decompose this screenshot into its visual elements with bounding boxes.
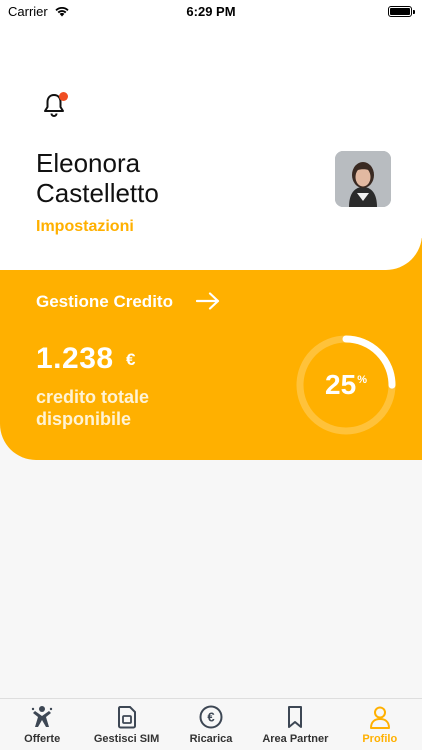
tab-label: Area Partner (262, 733, 329, 745)
arrow-right-icon[interactable] (196, 292, 220, 310)
tab-profilo[interactable]: Profilo (338, 704, 422, 745)
settings-link[interactable]: Impostazioni (36, 218, 134, 236)
notifications-button[interactable] (42, 92, 68, 118)
wifi-icon (55, 6, 69, 17)
svg-text:€: € (207, 710, 214, 725)
bookmark-icon (288, 706, 303, 728)
avatar-image (335, 151, 391, 207)
tab-label: Offerte (24, 733, 61, 745)
percentage-value: 25 (325, 369, 357, 400)
status-left: Carrier (8, 4, 70, 19)
battery-icon (388, 5, 415, 17)
tab-label: Ricarica (189, 733, 233, 745)
carrier-label: Carrier (8, 3, 48, 19)
notification-badge (59, 92, 68, 101)
sim-icon (117, 706, 136, 729)
credit-amount: 1.238 (36, 342, 114, 375)
tab-offerte[interactable]: Offerte (0, 704, 84, 745)
tab-label: Gestisci SIM (93, 733, 160, 745)
tab-ricarica[interactable]: € Ricarica (169, 704, 253, 745)
progress-percentage: 25 % (294, 333, 398, 437)
offers-icon (31, 706, 53, 727)
credit-label: credito totale disponibile (36, 386, 149, 430)
credit-label-line1: credito totale (36, 387, 150, 407)
euro-icon: € (199, 705, 223, 729)
credit-label-line2: disponibile (36, 409, 132, 429)
credit-currency: € (126, 350, 136, 369)
avatar[interactable] (335, 151, 391, 207)
user-name: Eleonora Castelletto (36, 148, 159, 208)
tab-bar: Offerte Gestisci SIM € Ricarica Area Par… (0, 698, 422, 750)
status-time: 6:29 PM (186, 3, 236, 19)
percentage-symbol: % (357, 374, 367, 386)
user-last-name: Castelletto (36, 178, 159, 208)
status-bar: Carrier 6:29 PM (0, 0, 422, 22)
credit-management-link[interactable]: Gestione Credito (36, 292, 173, 312)
user-icon (369, 706, 390, 729)
tab-gestisci-sim[interactable]: Gestisci SIM (85, 704, 169, 745)
user-first-name: Eleonora (36, 148, 141, 178)
tab-area-partner[interactable]: Area Partner (253, 704, 337, 745)
tab-label: Profilo (362, 733, 398, 745)
